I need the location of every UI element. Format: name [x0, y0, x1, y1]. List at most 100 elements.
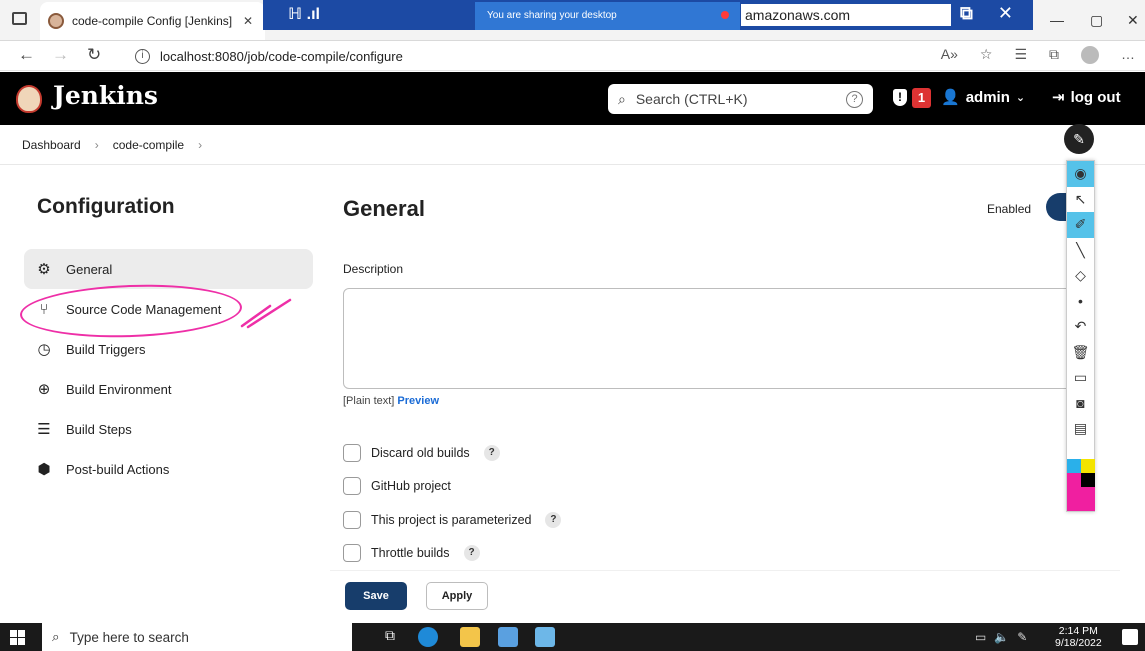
- pointer-icon[interactable]: ↖: [1067, 187, 1094, 213]
- volume-icon[interactable]: 🔈: [994, 630, 1009, 644]
- back-icon[interactable]: ←: [18, 45, 35, 65]
- breadcrumb-separator-icon: ›: [94, 137, 99, 152]
- tab-actions-icon[interactable]: [12, 12, 27, 25]
- clock-time: 2:14 PM: [1058, 625, 1098, 637]
- color-swatch-yellow[interactable]: [1081, 459, 1095, 473]
- option-label: Discard old builds: [371, 445, 470, 460]
- color-swatch-magenta[interactable]: [1067, 473, 1081, 511]
- maximize-icon[interactable]: ▢: [1090, 12, 1103, 29]
- taskbar-clock[interactable]: 2:14 PM 9/18/2022: [1055, 625, 1102, 649]
- url-field[interactable]: i localhost:8080/job/code-compile/config…: [135, 44, 975, 68]
- clipboard-icon[interactable]: ▤: [1067, 416, 1094, 442]
- trash-icon[interactable]: 🗑: [1067, 340, 1094, 366]
- annotation-toolbar: ◉ ↖ ✐ ╲ ◇ • ↶ 🗑 ▭ ◙ ▤: [1066, 160, 1095, 512]
- more-icon[interactable]: …: [1121, 46, 1135, 64]
- sidebar-item-build-triggers[interactable]: ◷ Build Triggers: [24, 329, 313, 369]
- favorite-icon[interactable]: ☆: [980, 46, 993, 64]
- browser-toolbar: A» ☆ ☰ ⧉ …: [941, 46, 1135, 64]
- browser-tab[interactable]: code-compile Config [Jenkins]: [40, 2, 265, 40]
- jenkins-logo-icon[interactable]: [16, 85, 42, 113]
- checkbox[interactable]: [343, 477, 361, 496]
- windows-start-icon[interactable]: [10, 630, 25, 645]
- forward-icon[interactable]: →: [52, 45, 69, 65]
- clock-icon: ◷: [37, 341, 51, 358]
- color-swatch-cyan[interactable]: [1067, 459, 1081, 473]
- jenkins-title[interactable]: Jenkins: [53, 81, 158, 110]
- camera-icon[interactable]: ◙: [1067, 391, 1094, 417]
- eraser-icon[interactable]: ◇: [1067, 263, 1094, 289]
- taskbar-search-input[interactable]: ⌕ Type here to search: [42, 623, 352, 651]
- list-icon: ☰: [37, 421, 51, 438]
- dot-icon[interactable]: •: [1067, 289, 1094, 315]
- color-swatch-black[interactable]: [1081, 473, 1095, 487]
- marker-icon[interactable]: ✐: [1067, 212, 1094, 238]
- logout-label: log out: [1070, 88, 1121, 106]
- breadcrumb-dashboard[interactable]: Dashboard: [22, 138, 81, 152]
- help-icon[interactable]: ?: [463, 545, 480, 562]
- apply-button[interactable]: Apply: [426, 582, 488, 610]
- app-icon[interactable]: [498, 627, 518, 647]
- board-icon[interactable]: ▭: [1067, 365, 1094, 391]
- configuration-title: Configuration: [37, 195, 175, 218]
- clock-date: 9/18/2022: [1055, 637, 1102, 649]
- help-icon[interactable]: ?: [483, 444, 500, 461]
- pen-icon[interactable]: ╲: [1067, 238, 1094, 264]
- network-icon[interactable]: ▭: [975, 630, 986, 644]
- description-textarea[interactable]: [343, 288, 1083, 389]
- checkbox[interactable]: [343, 544, 361, 563]
- plain-text-label: [Plain text]: [343, 395, 395, 407]
- sidebar-item-post-build-actions[interactable]: ⬢ Post-build Actions: [24, 449, 313, 489]
- remote-window-controls[interactable]: _ ⧉ ✕: [925, 3, 1023, 24]
- breadcrumb-separator-icon[interactable]: ›: [198, 138, 202, 152]
- windows-taskbar: ⌕ Type here to search ⧉ ▭ 🔈 ✎ 2:14 PM 9/…: [0, 623, 1145, 651]
- eye-icon[interactable]: ◉: [1067, 161, 1094, 187]
- option-github-project[interactable]: GitHub project: [343, 470, 561, 504]
- checkbox[interactable]: [343, 510, 361, 529]
- annotation-scribble: [240, 298, 292, 329]
- favorites-list-icon[interactable]: ☰: [1014, 46, 1027, 64]
- file-explorer-icon[interactable]: [460, 627, 480, 647]
- close-window-icon[interactable]: ✕: [1127, 12, 1139, 29]
- close-tab-icon[interactable]: ✕: [243, 14, 253, 28]
- user-menu[interactable]: 👤 admin ⌄: [941, 88, 1025, 107]
- paint-icon[interactable]: [535, 627, 555, 647]
- option-throttle-builds[interactable]: Throttle builds ?: [343, 537, 561, 571]
- alert-badge[interactable]: 1: [912, 88, 931, 108]
- pen-tray-icon[interactable]: ✎: [1017, 630, 1027, 644]
- save-button[interactable]: Save: [345, 582, 407, 610]
- option-label: Throttle builds: [371, 546, 450, 561]
- undo-icon[interactable]: ↶: [1067, 314, 1094, 340]
- browser-titlebar: code-compile Config [Jenkins] ✕ ℍ .ıl Yo…: [0, 0, 1145, 41]
- collections-icon[interactable]: ⧉: [1049, 46, 1059, 64]
- color-swatch-magenta-2[interactable]: [1081, 487, 1095, 511]
- sidebar-item-build-steps[interactable]: ☰ Build Steps: [24, 409, 313, 449]
- sidebar-item-label: Build Environment: [66, 381, 172, 397]
- breadcrumb-job[interactable]: code-compile: [113, 138, 184, 152]
- preview-link[interactable]: Preview: [397, 395, 439, 407]
- sidebar-item-build-environment[interactable]: ⊕ Build Environment: [24, 369, 313, 409]
- security-shield-icon[interactable]: !: [893, 89, 907, 106]
- logout-link[interactable]: ⇥ log out: [1052, 88, 1121, 107]
- checkbox[interactable]: [343, 443, 361, 462]
- profile-avatar[interactable]: [1081, 46, 1099, 64]
- search-input[interactable]: ⌕ Search (CTRL+K) ?: [608, 84, 873, 114]
- sidebar-item-general[interactable]: ⚙ General: [24, 249, 313, 289]
- option-parameterized[interactable]: This project is parameterized ?: [343, 503, 562, 537]
- notification-icon[interactable]: [1122, 629, 1138, 645]
- general-title: General: [343, 196, 425, 221]
- annotation-pen-icon[interactable]: ✎: [1064, 124, 1094, 154]
- globe-icon: ⊕: [37, 381, 51, 398]
- help-icon[interactable]: ?: [545, 511, 562, 528]
- site-info-icon[interactable]: i: [135, 48, 150, 64]
- search-icon: ⌕: [52, 629, 60, 644]
- edge-icon[interactable]: [418, 627, 438, 647]
- reload-icon[interactable]: ↻: [87, 45, 101, 65]
- minimize-icon[interactable]: —: [1050, 12, 1064, 28]
- task-view-icon[interactable]: ⧉: [385, 627, 405, 647]
- description-format: [Plain text] Preview: [343, 395, 439, 407]
- read-aloud-icon[interactable]: A»: [941, 46, 958, 64]
- help-icon[interactable]: ?: [846, 90, 863, 108]
- option-label: This project is parameterized: [371, 512, 532, 527]
- option-discard-old-builds[interactable]: Discard old builds ?: [343, 436, 561, 470]
- user-icon: 👤: [941, 89, 960, 106]
